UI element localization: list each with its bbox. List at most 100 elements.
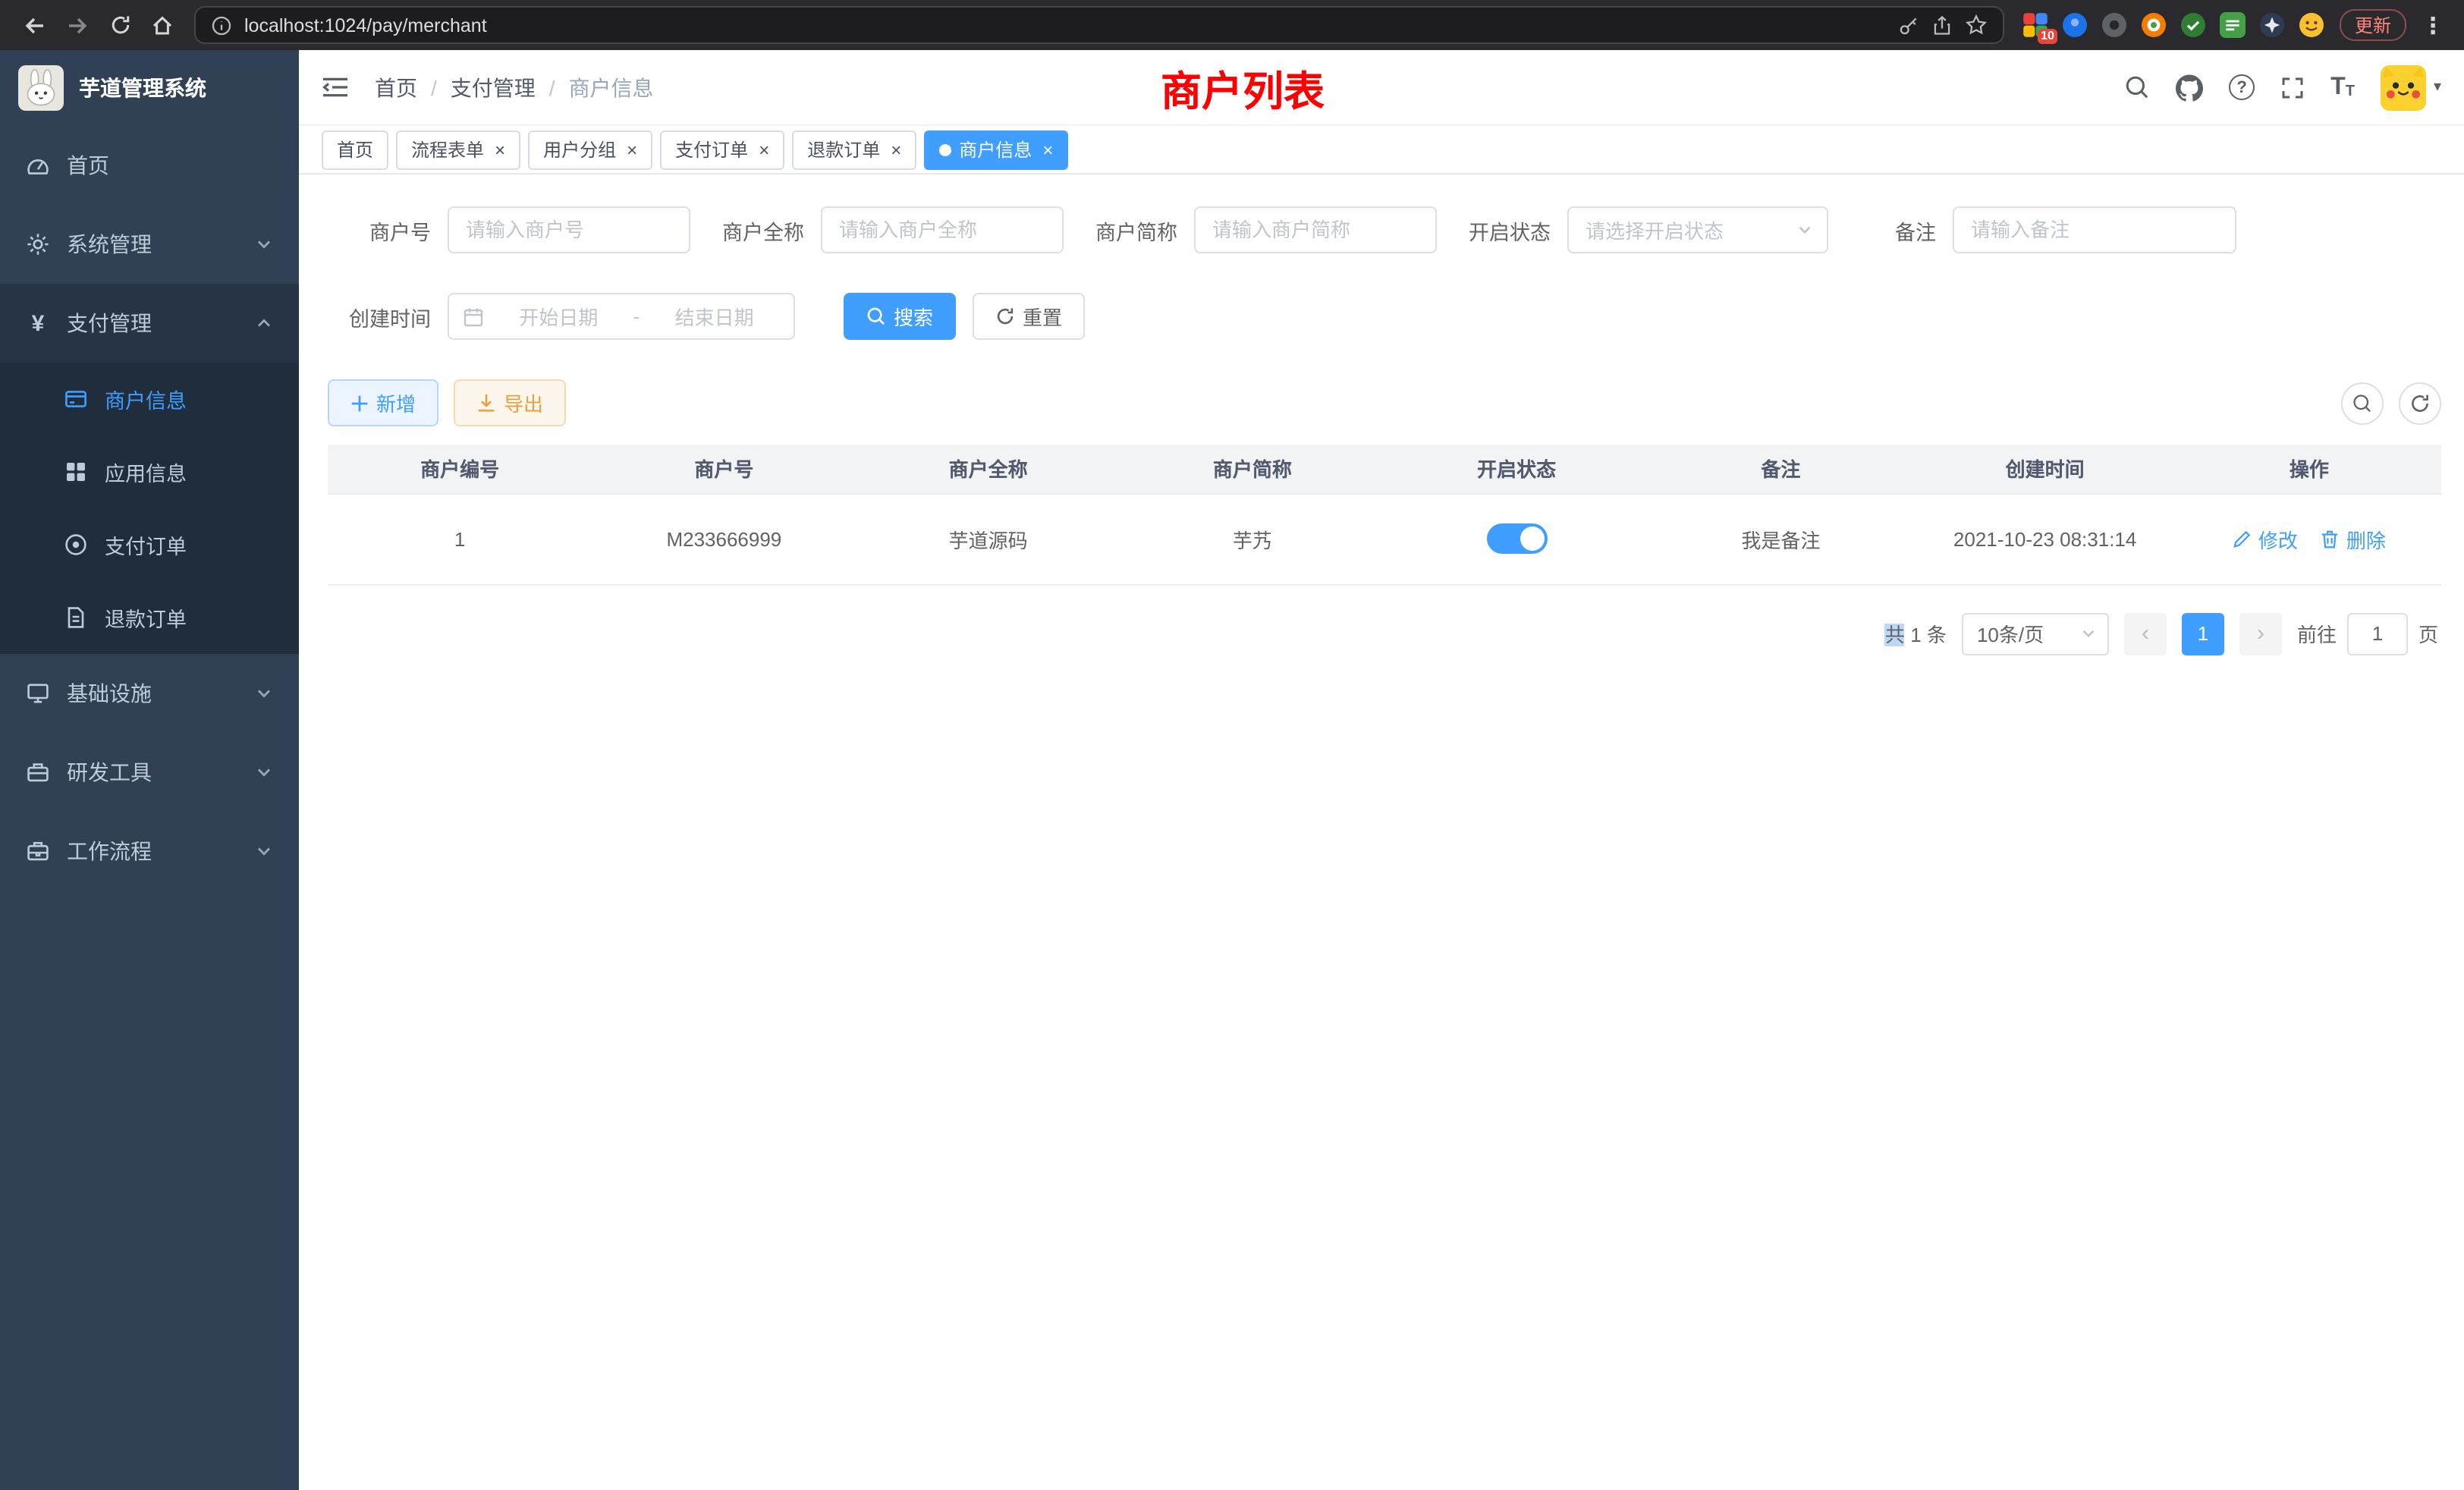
sidebar-item-workflow[interactable]: 工作流程 <box>0 812 299 891</box>
refresh-table-button[interactable] <box>2399 382 2441 424</box>
extension-icon-3[interactable] <box>2101 12 2127 38</box>
extension-icon-7[interactable] <box>2259 12 2285 38</box>
extension-icon-5[interactable] <box>2180 12 2206 38</box>
address-bar[interactable]: localhost:1024/pay/merchant <box>194 6 2004 44</box>
tab-close-icon[interactable]: × <box>1042 140 1053 159</box>
github-icon[interactable] <box>2176 74 2203 101</box>
site-info-icon[interactable] <box>211 14 232 36</box>
sidebar-item-dev-tools[interactable]: 研发工具 <box>0 733 299 812</box>
sidebar-menu: 首页 系统管理 ¥ 支付管理 商户信息 <box>0 126 299 891</box>
page-size-select[interactable]: 10条/页 <box>1962 612 2109 655</box>
hamburger-icon[interactable] <box>322 76 349 99</box>
prev-page-button[interactable]: ‹ <box>2124 612 2167 655</box>
chevron-down-icon <box>2080 625 2097 642</box>
calendar-icon <box>463 306 484 327</box>
tab-close-icon[interactable]: × <box>627 140 637 159</box>
status-label: 开启状态 <box>1469 215 1567 245</box>
breadcrumb-home[interactable]: 首页 <box>375 72 417 102</box>
browser-forward-button[interactable] <box>58 5 97 45</box>
back-arrow-icon <box>23 13 47 37</box>
help-icon[interactable]: ? <box>2229 74 2255 100</box>
pagination-total-suffix: 条 <box>1927 624 1947 646</box>
tab-close-icon[interactable]: × <box>891 140 901 159</box>
page-content: 商户号 商户全称 商户简称 开启状态 请选择开启状态 <box>299 174 2464 1490</box>
full-name-field: 商户全称 <box>722 206 1064 253</box>
bookmark-star-icon[interactable] <box>1965 14 1988 36</box>
password-key-icon[interactable] <box>1898 14 1919 36</box>
merchant-no-field: 商户号 <box>328 206 690 253</box>
search-button[interactable]: 搜索 <box>844 293 956 340</box>
short-name-field: 商户简称 <box>1095 206 1437 253</box>
sidebar-item-pay[interactable]: ¥ 支付管理 <box>0 284 299 363</box>
yen-icon: ¥ <box>26 312 50 335</box>
tab-close-icon[interactable]: × <box>495 140 505 159</box>
sidebar-item-app-info[interactable]: 应用信息 <box>0 435 299 508</box>
browser-reload-button[interactable] <box>100 5 140 45</box>
reset-button[interactable]: 重置 <box>973 293 1085 340</box>
col-merchant-no: 商户号 <box>592 445 856 493</box>
goto-page-input[interactable] <box>2347 612 2408 655</box>
tab-pay-order[interactable]: 支付订单 × <box>660 130 784 169</box>
browser-home-button[interactable] <box>143 5 182 45</box>
current-page-button[interactable]: 1 <box>2182 612 2224 655</box>
col-status: 开启状态 <box>1384 445 1648 493</box>
main-area: 首页 / 支付管理 / 商户信息 商户列表 ? <box>299 50 2464 1490</box>
status-select[interactable]: 请选择开启状态 <box>1567 206 1828 253</box>
browser-update-button[interactable]: 更新 <box>2340 9 2406 41</box>
sidebar-item-system[interactable]: 系统管理 <box>0 205 299 284</box>
breadcrumb-current: 商户信息 <box>569 72 654 102</box>
browser-menu-icon[interactable]: ⋮ <box>2417 11 2449 39</box>
sidebar-item-infrastructure[interactable]: 基础设施 <box>0 654 299 733</box>
tab-process-form[interactable]: 流程表单 × <box>396 130 520 169</box>
status-toggle[interactable] <box>1486 523 1547 554</box>
pagination-goto: 前往 页 <box>2297 612 2438 655</box>
sidebar: 芋道管理系统 首页 系统管理 ¥ 支付管理 <box>0 50 299 1490</box>
toolbox-icon <box>26 760 50 784</box>
full-name-input[interactable] <box>821 206 1064 253</box>
sidebar-item-merchant-info[interactable]: 商户信息 <box>0 363 299 435</box>
tab-label: 商户信息 <box>959 137 1032 162</box>
extension-icon-2[interactable] <box>2062 12 2088 38</box>
user-avatar[interactable]: ▾ <box>2381 64 2441 110</box>
extension-icon-6[interactable] <box>2220 12 2246 38</box>
font-size-icon[interactable]: TT <box>2330 75 2355 99</box>
tab-label: 支付订单 <box>675 137 748 162</box>
browser-back-button[interactable] <box>15 5 55 45</box>
fullscreen-icon[interactable] <box>2280 75 2305 99</box>
full-name-label: 商户全称 <box>722 215 821 245</box>
tab-user-group[interactable]: 用户分组 × <box>528 130 652 169</box>
profile-avatar-chrome[interactable] <box>2299 12 2324 38</box>
merchant-no-input[interactable] <box>448 206 690 253</box>
chevron-down-icon <box>255 235 273 253</box>
share-icon[interactable] <box>1931 14 1953 36</box>
tab-close-icon[interactable]: × <box>759 140 769 159</box>
sidebar-item-label: 系统管理 <box>67 229 152 259</box>
export-button-label: 导出 <box>504 388 543 417</box>
edit-link[interactable]: 修改 <box>2233 524 2298 553</box>
tab-home[interactable]: 首页 <box>322 130 388 169</box>
reload-icon <box>108 14 131 36</box>
tab-refund-order[interactable]: 退款订单 × <box>792 130 916 169</box>
extension-icon-4[interactable] <box>2141 12 2167 38</box>
search-form-row-2: 创建时间 开始日期 - 结束日期 搜索 重置 <box>328 293 2441 340</box>
sidebar-item-pay-order[interactable]: 支付订单 <box>0 508 299 581</box>
export-button[interactable]: 导出 <box>454 379 566 426</box>
add-button[interactable]: 新增 <box>328 379 438 426</box>
next-page-button[interactable]: › <box>2239 612 2282 655</box>
sidebar-item-label: 支付订单 <box>105 530 187 560</box>
app-logo[interactable]: 芋道管理系统 <box>0 50 299 126</box>
toggle-search-button[interactable] <box>2341 382 2384 424</box>
sidebar-item-home[interactable]: 首页 <box>0 126 299 205</box>
goto-unit: 页 <box>2418 619 2438 648</box>
breadcrumb-pay[interactable]: 支付管理 <box>451 72 536 102</box>
delete-link[interactable]: 删除 <box>2321 524 2386 553</box>
remark-input[interactable] <box>1953 206 2236 253</box>
sidebar-item-refund-order[interactable]: 退款订单 <box>0 581 299 654</box>
tab-merchant-info[interactable]: 商户信息 × <box>924 130 1068 169</box>
short-name-input[interactable] <box>1194 206 1437 253</box>
col-full-name: 商户全称 <box>856 445 1120 493</box>
extension-icon-1[interactable]: 10 <box>2022 12 2048 38</box>
create-time-range-picker[interactable]: 开始日期 - 结束日期 <box>448 293 795 340</box>
chevron-down-icon <box>1796 222 1813 238</box>
search-icon[interactable] <box>2124 74 2150 100</box>
